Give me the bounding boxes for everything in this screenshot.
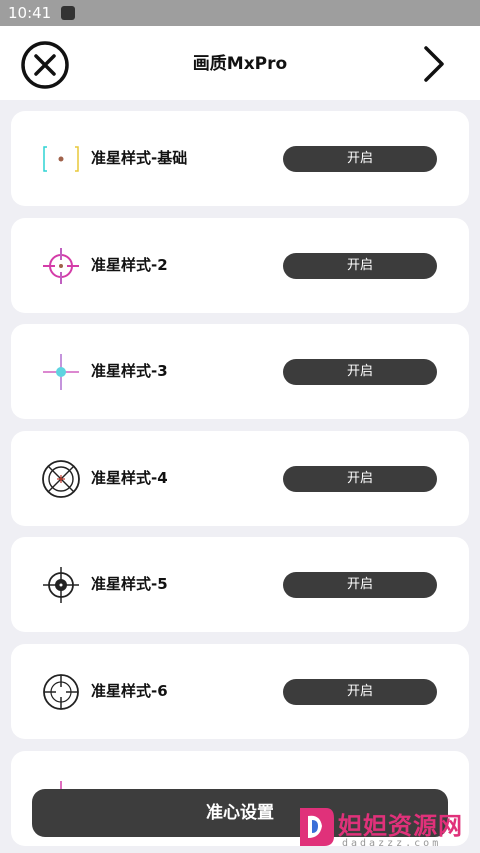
crosshair-basic-icon <box>43 146 79 172</box>
list-item: 准星样式-3 开启 <box>11 324 469 419</box>
crosshair-circle-pink-icon <box>43 248 79 284</box>
list-item: 准星样式-2 开启 <box>11 218 469 313</box>
item-label: 准星样式-基础 <box>91 149 188 167</box>
item-label: 准星样式-3 <box>91 362 168 380</box>
enable-button[interactable]: 开启 <box>283 572 437 598</box>
item-label: 准星样式-4 <box>91 469 168 487</box>
close-button[interactable] <box>20 40 70 90</box>
next-button[interactable] <box>418 44 448 84</box>
watermark-domain: dadazzz.com <box>342 838 442 849</box>
enable-button[interactable]: 开启 <box>283 679 437 705</box>
enable-button[interactable]: 开启 <box>283 146 437 172</box>
item-label: 准星样式-6 <box>91 682 168 700</box>
page-title: 画质MxPro <box>192 54 288 74</box>
list-item: 准星样式-5 开启 <box>11 537 469 632</box>
list-item: 准星样式-基础 开启 <box>11 111 469 206</box>
notification-icon <box>61 6 76 20</box>
crosshair-scope-gap-icon <box>43 674 79 710</box>
chevron-right-icon <box>424 46 444 82</box>
enable-button[interactable]: 开启 <box>283 253 437 279</box>
item-label: 准星样式-2 <box>91 256 168 274</box>
enable-button[interactable]: 开启 <box>283 359 437 385</box>
item-label: 准星样式-5 <box>91 575 168 593</box>
list-item: 准星样式-4 开启 <box>11 431 469 526</box>
watermark-text: 妲妲资源网 <box>338 812 463 840</box>
crosshair-cyan-dot-icon <box>43 354 79 390</box>
status-bar: 10:41 <box>0 0 480 26</box>
enable-button[interactable]: 开启 <box>283 466 437 492</box>
status-time: 10:41 <box>8 4 52 22</box>
close-circle-icon <box>21 41 69 89</box>
watermark-logo-icon <box>300 808 334 846</box>
crosshair-scope-slash-icon <box>42 460 80 498</box>
crosshair-filled-dot-icon <box>43 567 79 603</box>
list-item: 准星样式-6 开启 <box>11 644 469 739</box>
watermark: 妲妲资源网 dadazzz.com <box>290 800 480 853</box>
header: 画质MxPro <box>0 26 480 100</box>
